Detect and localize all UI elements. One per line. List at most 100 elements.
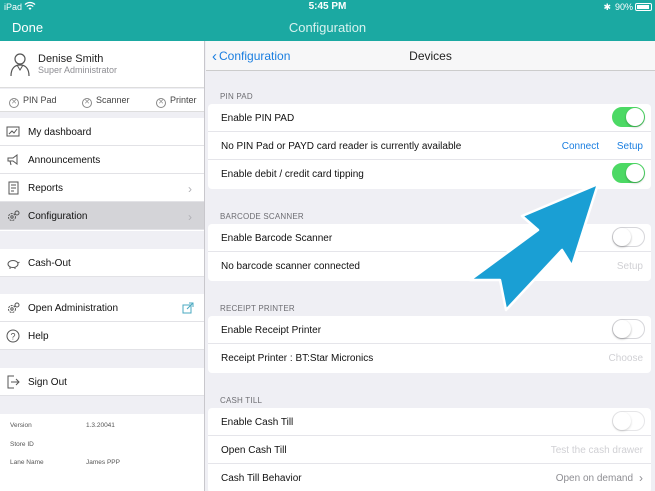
section-header-cashtill: CASH TILL	[220, 396, 263, 405]
sidebar: Denise Smith Super Administrator ✕ PIN Pa…	[0, 41, 205, 491]
open-cashtill-row: Open Cash Till Test the cash drawer	[208, 436, 651, 464]
choose-printer-button[interactable]: Choose	[609, 353, 643, 364]
enable-pinpad-row: Enable PIN PAD	[208, 104, 651, 132]
report-icon	[8, 181, 19, 195]
menu-label: Help	[28, 331, 49, 342]
app-info: Version 1.3.20041 Store ID Lane Name Jam…	[0, 414, 204, 491]
version-value: 1.3.20041	[86, 422, 115, 429]
row-label: No PIN Pad or PAYD card reader is curren…	[221, 141, 462, 152]
device-status-bar: ✕ PIN Pad ✕ Scanner ✕ Printer	[0, 89, 204, 112]
disconnected-icon: ✕	[82, 98, 92, 108]
gear-icon	[8, 210, 20, 221]
store-id-label: Store ID	[10, 441, 34, 448]
pinpad-status[interactable]: ✕ PIN Pad	[9, 95, 57, 108]
pinpad-status-row: No PIN Pad or PAYD card reader is curren…	[208, 132, 651, 160]
gear-icon	[8, 302, 20, 313]
menu-item-configuration[interactable]: Configuration ›	[0, 202, 204, 230]
row-label: Cash Till Behavior	[221, 473, 302, 484]
connect-button[interactable]: Connect	[562, 141, 599, 152]
main-menu: My dashboard Announcements Reports › Con…	[0, 118, 204, 231]
menu-label: My dashboard	[28, 127, 92, 138]
page-title: Devices	[409, 49, 452, 63]
tipping-toggle[interactable]	[612, 163, 645, 183]
enable-cashtill-row: Enable Cash Till	[208, 408, 651, 436]
user-avatar-icon	[10, 53, 30, 77]
toggle-knob	[626, 108, 644, 126]
row-label: Enable PIN PAD	[221, 113, 295, 124]
receipt-group: Enable Receipt Printer Receipt Printer :…	[208, 316, 651, 373]
clock: 5:45 PM	[308, 1, 347, 12]
receipt-printer-row: Receipt Printer : BT:Star Micronics Choo…	[208, 344, 651, 372]
user-role: Super Administrator	[38, 65, 118, 75]
menu-label: Sign Out	[28, 377, 67, 388]
barcode-status-row: No barcode scanner connected Setup	[208, 252, 651, 280]
menu-item-announcements[interactable]: Announcements	[0, 146, 204, 174]
cashtill-behavior-row[interactable]: Cash Till Behavior Open on demand ›	[208, 464, 651, 491]
printer-status-label: Printer	[170, 95, 197, 105]
menu-item-open-administration[interactable]: Open Administration	[0, 294, 204, 322]
test-cash-drawer-button[interactable]: Test the cash drawer	[551, 445, 643, 456]
piggy-bank-icon	[7, 260, 20, 269]
toggle-knob	[613, 228, 631, 246]
enable-receipt-row: Enable Receipt Printer	[208, 316, 651, 344]
menu-item-reports[interactable]: Reports ›	[0, 174, 204, 202]
toggle-knob	[613, 412, 631, 430]
toggle-knob	[613, 320, 631, 338]
user-name: Denise Smith	[38, 53, 104, 65]
menu-label: Reports	[28, 183, 64, 194]
status-bar: iPad 5:45 PM ✱ 90%	[0, 0, 655, 14]
dashboard-icon	[6, 126, 20, 137]
sub-navigation-bar: ‹ Configuration Devices	[206, 41, 655, 71]
section-header-receipt: RECEIPT PRINTER	[220, 304, 295, 313]
version-label: Version	[10, 422, 32, 429]
enable-pinpad-toggle[interactable]	[612, 107, 645, 127]
user-profile[interactable]: Denise Smith Super Administrator	[0, 41, 204, 88]
menu-label: Announcements	[28, 155, 101, 166]
enable-cashtill-toggle[interactable]	[612, 411, 645, 431]
printer-status[interactable]: ✕ Printer	[156, 95, 197, 108]
menu-label: Cash-Out	[28, 258, 71, 269]
megaphone-icon	[7, 154, 18, 166]
cashout-menu: Cash-Out	[0, 249, 204, 277]
row-label: Enable Receipt Printer	[221, 325, 322, 336]
top-bar: iPad 5:45 PM ✱ 90% Done Configuration	[0, 0, 655, 41]
disconnected-icon: ✕	[9, 98, 19, 108]
chevron-right-icon: ›	[188, 182, 192, 196]
row-label: Receipt Printer : BT:Star Micronics	[221, 353, 374, 364]
menu-item-cashout[interactable]: Cash-Out	[0, 249, 204, 277]
disconnected-icon: ✕	[156, 98, 166, 108]
chevron-right-icon: ›	[188, 210, 192, 224]
toggle-knob	[626, 164, 644, 182]
admin-menu: Open Administration ? Help	[0, 294, 204, 350]
menu-item-dashboard[interactable]: My dashboard	[0, 118, 204, 146]
menu-label: Configuration	[28, 211, 88, 222]
app-window: iPad 5:45 PM ✱ 90% Done Configuration De…	[0, 0, 655, 491]
menu-item-signout[interactable]: Sign Out	[0, 368, 204, 396]
sign-out-icon	[7, 375, 20, 389]
pinpad-group: Enable PIN PAD No PIN Pad or PAYD card r…	[208, 104, 651, 189]
bluetooth-icon: ✱	[603, 2, 611, 12]
lane-name-label: Lane Name	[10, 459, 44, 466]
battery-percent: 90%	[614, 2, 633, 12]
enable-barcode-toggle[interactable]	[612, 227, 645, 247]
svg-text:?: ?	[10, 332, 15, 342]
battery-icon	[635, 3, 652, 11]
help-icon: ?	[6, 329, 20, 343]
chevron-right-icon: ›	[639, 471, 643, 485]
section-header-barcode: BARCODE SCANNER	[220, 212, 304, 221]
cashtill-group: Enable Cash Till Open Cash Till Test the…	[208, 408, 651, 491]
row-label: Enable Cash Till	[221, 417, 294, 428]
external-link-icon	[182, 302, 194, 314]
scanner-status-label: Scanner	[96, 95, 130, 105]
row-label: Enable Barcode Scanner	[221, 233, 333, 244]
cashtill-behavior-value: Open on demand	[555, 473, 633, 484]
scanner-status[interactable]: ✕ Scanner	[82, 95, 130, 108]
menu-item-help[interactable]: ? Help	[0, 322, 204, 350]
devices-panel: ‹ Configuration Devices PIN PAD Enable PI…	[206, 41, 655, 491]
signout-menu: Sign Out	[0, 368, 204, 396]
pinpad-setup-button[interactable]: Setup	[617, 141, 643, 152]
barcode-setup-button[interactable]: Setup	[617, 261, 643, 272]
pinpad-status-label: PIN Pad	[23, 95, 57, 105]
enable-receipt-toggle[interactable]	[612, 319, 645, 339]
row-label: Open Cash Till	[221, 445, 287, 456]
